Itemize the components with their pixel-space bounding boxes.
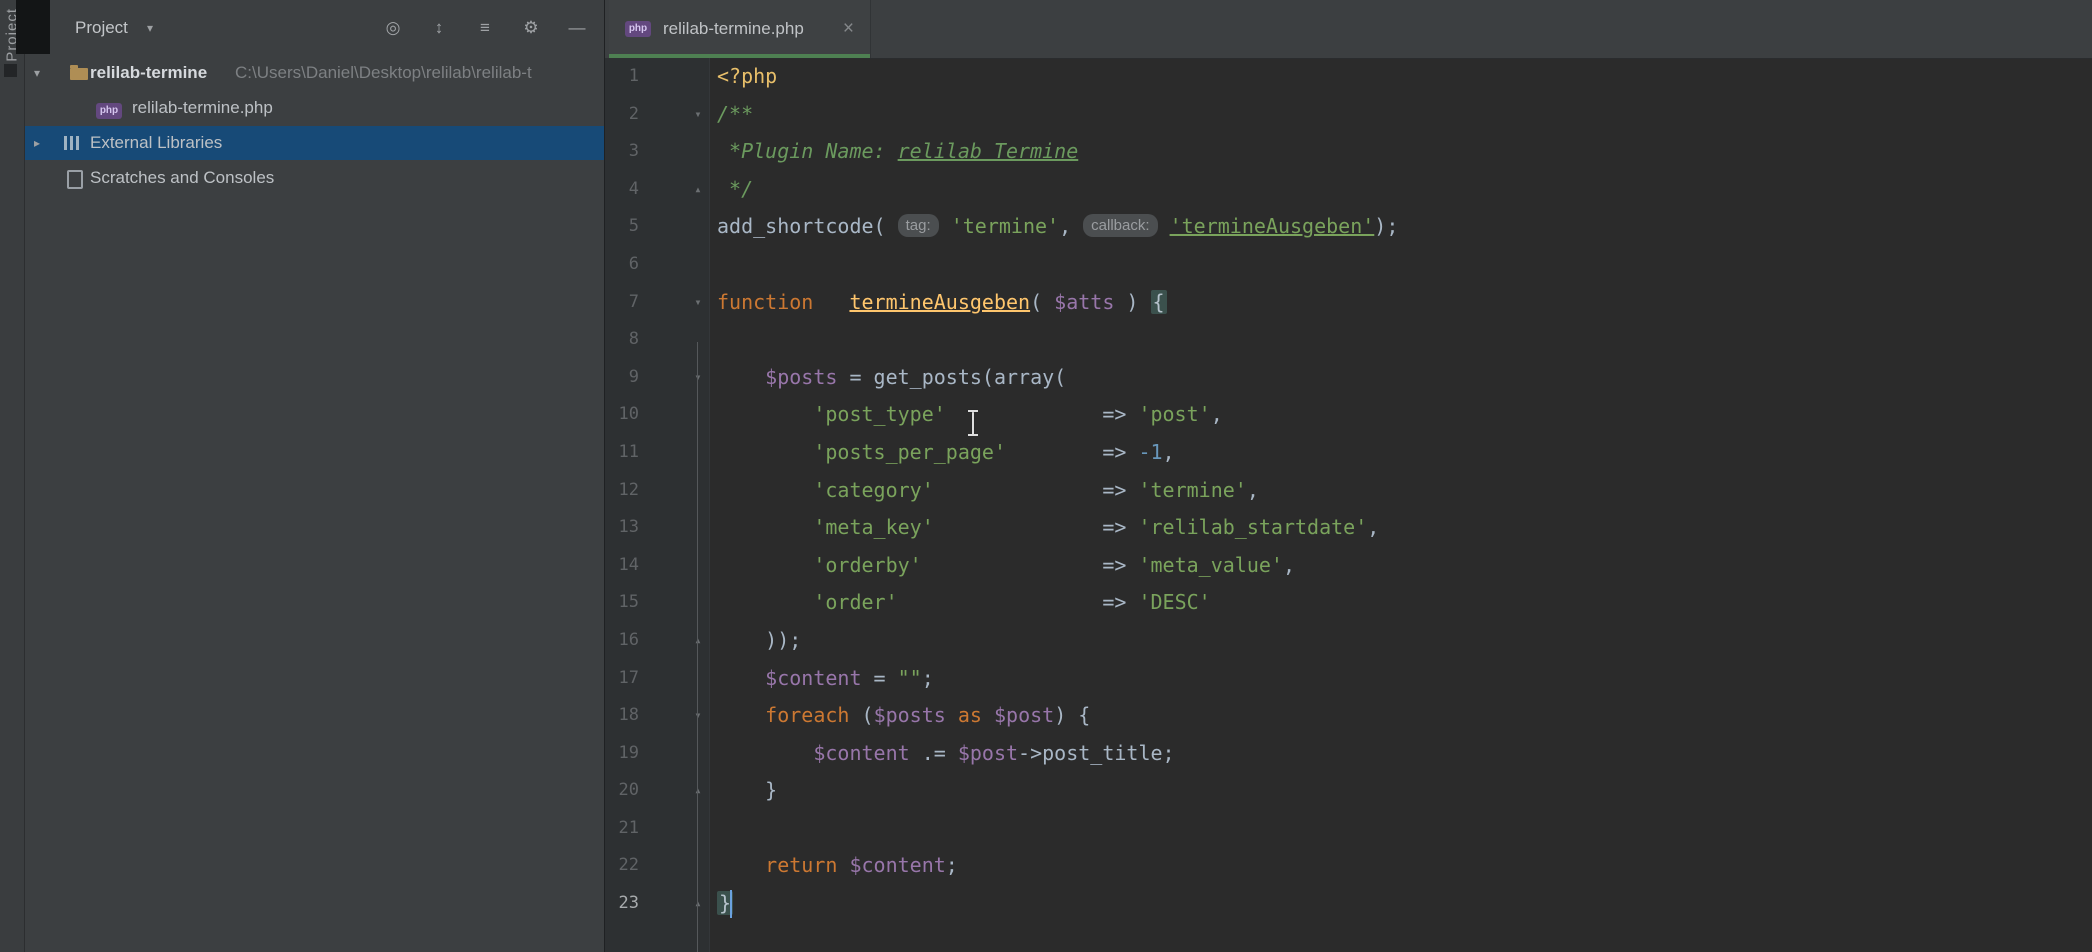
line-number: 10 [605, 396, 709, 434]
tool-window-stripe: Project [0, 0, 25, 952]
editor-tab-bar: php relilab-termine.php × [605, 0, 2092, 59]
code-line[interactable]: 'order' => 'DESC' [717, 584, 2092, 622]
line-number: 22 [605, 847, 709, 885]
code-line[interactable]: 'category' => 'termine', [717, 472, 2092, 510]
fold-collapse-icon[interactable]: ▾ [689, 697, 707, 735]
project-root-path: C:\Users\Daniel\Desktop\relilab\relilab-… [235, 56, 532, 90]
panel-toolbar: ◎ ↕ ≡ ⚙ — [382, 0, 588, 56]
folder-icon [70, 68, 88, 80]
hide-panel-icon[interactable]: — [566, 18, 588, 38]
external-libraries-label: External Libraries [90, 126, 222, 160]
line-number: 4▴ [605, 171, 709, 209]
code-line[interactable]: *Plugin Name: relilab Termine [717, 133, 2092, 171]
code-line[interactable]: <?php [717, 58, 2092, 96]
code-line[interactable]: function termineAusgeben( $atts ) { [717, 284, 2092, 322]
scratches-label: Scratches and Consoles [90, 161, 274, 195]
code-line[interactable]: 'orderby' => 'meta_value', [717, 547, 2092, 585]
project-tool-window: Project ▾ ◎ ↕ ≡ ⚙ — ▾ relilab-termine C:… [25, 0, 604, 952]
line-number: 12 [605, 472, 709, 510]
scratches-icon [67, 170, 83, 189]
library-icon [64, 136, 81, 150]
mouse-cursor-ibeam [966, 410, 980, 438]
tree-row-php-file[interactable]: php relilab-termine.php [25, 91, 604, 125]
code-line[interactable]: 'posts_per_page' => -1, [717, 434, 2092, 472]
fold-collapse-icon[interactable]: ▾ [689, 284, 707, 322]
line-number: 1 [605, 58, 709, 96]
tree-row-external-libraries[interactable]: ▸ External Libraries [25, 126, 604, 160]
tab-relilab-termine-php[interactable]: php relilab-termine.php × [609, 0, 871, 58]
code-line[interactable]: 'post_type' => 'post', [717, 396, 2092, 434]
fold-end-icon[interactable]: ▴ [689, 622, 707, 660]
fold-end-icon[interactable]: ▴ [689, 885, 707, 923]
code-line[interactable] [717, 321, 2092, 359]
line-number: 6 [605, 246, 709, 284]
close-tab-icon[interactable]: × [843, 18, 854, 40]
fold-collapse-icon[interactable]: ▾ [689, 359, 707, 397]
collapse-all-icon[interactable]: ≡ [474, 18, 496, 38]
code-line[interactable]: } [717, 772, 2092, 810]
line-number: 11 [605, 434, 709, 472]
code-line[interactable] [717, 246, 2092, 284]
line-number: 16▴ [605, 622, 709, 660]
code-line[interactable]: 'meta_key' => 'relilab_startdate', [717, 509, 2092, 547]
line-number: 14 [605, 547, 709, 585]
code-line[interactable]: )); [717, 622, 2092, 660]
line-number: 2▾ [605, 96, 709, 134]
gutter-lines: 12▾34▴567▾89▾10111213141516▴1718▾1920▴21… [605, 58, 709, 923]
fold-end-icon[interactable]: ▴ [689, 171, 707, 209]
fold-scope-guide [697, 342, 698, 952]
editor-gutter: 12▾34▴567▾89▾10111213141516▴1718▾1920▴21… [605, 58, 710, 952]
code-line[interactable] [717, 810, 2092, 848]
chevron-down-icon[interactable]: ▾ [147, 0, 153, 56]
line-number: 20▴ [605, 772, 709, 810]
tree-row-scratches[interactable]: Scratches and Consoles [25, 161, 604, 195]
code-line[interactable]: foreach ($posts as $post) { [717, 697, 2092, 735]
php-file-name: relilab-termine.php [132, 91, 273, 125]
tab-label: relilab-termine.php [663, 19, 831, 39]
fold-end-icon[interactable]: ▴ [689, 772, 707, 810]
code-line[interactable]: } [717, 885, 2092, 923]
stripe-square-icon [4, 64, 17, 77]
line-number: 9▾ [605, 359, 709, 397]
ide-window: Project Project ▾ ◎ ↕ ≡ ⚙ — ▾ relilab-te… [0, 0, 2092, 952]
code-line[interactable]: */ [717, 171, 2092, 209]
php-file-icon: php [96, 100, 122, 120]
project-panel-header: Project ▾ ◎ ↕ ≡ ⚙ — [25, 0, 604, 56]
code-line[interactable]: $posts = get_posts(array( [717, 359, 2092, 397]
code-editor[interactable]: <?php/** *Plugin Name: relilab Termine *… [709, 58, 2092, 952]
project-panel-title[interactable]: Project [75, 0, 128, 56]
tree-row-project-root[interactable]: ▾ relilab-termine C:\Users\Daniel\Deskto… [25, 56, 604, 90]
code-line[interactable]: add_shortcode( tag: 'termine', callback:… [717, 208, 2092, 246]
chevron-down-icon[interactable]: ▾ [34, 56, 40, 90]
code-lines: <?php/** *Plugin Name: relilab Termine *… [717, 58, 2092, 923]
line-number: 8 [605, 321, 709, 359]
line-number: 3 [605, 133, 709, 171]
code-line[interactable]: /** [717, 96, 2092, 134]
code-line[interactable]: return $content; [717, 847, 2092, 885]
corner-dark-block [16, 0, 50, 54]
code-line[interactable]: $content .= $post->post_title; [717, 735, 2092, 773]
chevron-right-icon[interactable]: ▸ [34, 126, 40, 160]
locate-file-icon[interactable]: ◎ [382, 18, 404, 38]
line-number: 7▾ [605, 284, 709, 322]
line-number: 21 [605, 810, 709, 848]
code-line[interactable]: $content = ""; [717, 660, 2092, 698]
line-number: 23▴ [605, 885, 709, 923]
text-caret [730, 890, 732, 918]
project-root-name: relilab-termine [90, 56, 207, 90]
settings-gear-icon[interactable]: ⚙ [520, 18, 542, 38]
sort-icon[interactable]: ↕ [428, 18, 450, 38]
line-number: 5 [605, 208, 709, 246]
editor-area: php relilab-termine.php × 12▾34▴567▾89▾1… [604, 0, 2092, 952]
line-number: 19 [605, 735, 709, 773]
fold-collapse-icon[interactable]: ▾ [689, 96, 707, 134]
line-number: 18▾ [605, 697, 709, 735]
line-number: 17 [605, 660, 709, 698]
php-file-icon: php [625, 21, 651, 37]
line-number: 13 [605, 509, 709, 547]
line-number: 15 [605, 584, 709, 622]
